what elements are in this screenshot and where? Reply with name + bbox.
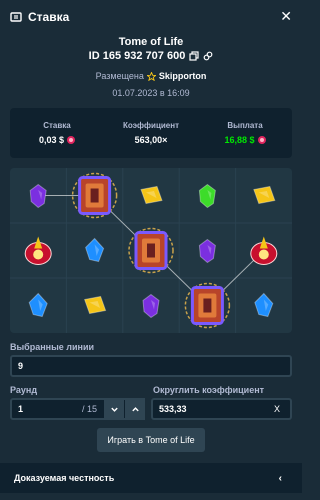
chevron-up-icon [131,406,139,411]
lines-value: 9 [18,361,24,371]
slot-symbol-purple-gem [142,293,160,319]
slot-symbol-red-sun [250,236,278,265]
modal-header: Ставка ✕ [0,0,302,34]
slot-symbol-red-sun [24,236,52,265]
bet-id-row: ID 165 932 707 600 [0,50,302,62]
lines-label: Выбранные линии [10,342,95,352]
stat-multiplier-value-row: 563,00× [104,135,198,145]
slot-symbol-yellow-gem [83,295,107,315]
round-value: 1 [18,404,24,414]
provably-fair-bar[interactable]: Доказуемая честность ‹ [0,463,302,493]
stat-multiplier-label: Коэффициент [122,121,180,130]
round-mult-label: Округлить коэффициент [153,385,265,395]
round-mult-value: 533,33 [159,404,187,414]
round-label: Раунд [10,385,38,395]
slot-symbol-yellow-gem [253,185,276,205]
star-icon [146,71,156,81]
play-button[interactable]: Играть в Tome of Life [97,428,205,452]
stat-payout-value: 16,88 $ [224,135,255,145]
stat-payout-value-row: 16,88 $ [198,135,292,145]
modal-title: Ставка [28,10,70,24]
provably-fair-label: Доказуемая честность [14,473,115,483]
stat-payout-label: Выплата [227,121,263,130]
slot-symbol-tome [71,172,118,219]
username[interactable]: Skipporton [159,71,207,81]
round-total: / 15 [81,404,97,414]
chevron-down-icon [110,407,118,412]
round-mult-field[interactable]: 533,33 X [151,398,292,420]
stat-bet: Ставка 0,03 $ [10,121,104,145]
stat-bet-value-row: 0,03 $ [10,135,104,145]
stat-payout: Выплата 16,88 $ [198,121,292,145]
bet-stats: Ставка 0,03 $ Коэффициент 563,00× Выплат… [10,108,292,158]
slot-symbol-blue-gem [254,292,274,318]
coin-icon [67,136,76,144]
stat-bet-value: 0,03 $ [38,135,65,145]
coin-icon [257,136,266,144]
round-mult-clear[interactable]: X [274,404,290,414]
copy-icon[interactable] [189,51,199,61]
placed-by-row: Размещена Skipporton [0,71,302,81]
slot-symbol-tome [184,282,231,329]
lines-field[interactable]: 9 [10,355,292,377]
ticket-icon [10,12,22,22]
slot-grid [10,168,292,333]
round-prev-button[interactable] [104,398,124,420]
stat-bet-label: Ставка [43,121,71,130]
slot-symbol-purple-gem [198,238,216,264]
slot-board [10,168,292,333]
stat-multiplier: Коэффициент 563,00× [104,121,198,145]
slot-symbol-yellow-gem [140,185,163,205]
slot-symbol-purple-gem [29,183,47,209]
slot-symbol-tome [128,227,174,274]
bet-date: 01.07.2023 в 16:09 [112,88,190,98]
placed-label: Размещена [95,71,144,81]
link-icon[interactable] [203,51,213,61]
close-icon[interactable]: ✕ [280,9,292,23]
chevron-left-icon: ‹ [278,473,282,484]
slot-symbol-green-gem [198,183,216,209]
bet-id: ID 165 932 707 600 [88,50,186,62]
game-name[interactable]: Tome of Life [0,36,302,48]
slot-symbol-blue-gem [85,237,105,263]
stat-multiplier-value: 563,00× [134,135,168,145]
slot-symbol-blue-gem [28,292,48,318]
round-next-button[interactable] [125,398,145,420]
